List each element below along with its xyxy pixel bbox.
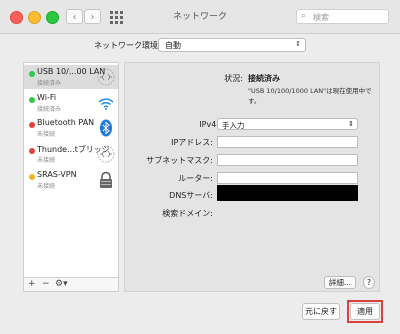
ethernet-icon [97,68,115,86]
location-select[interactable]: 自動 ⇕ [158,38,306,52]
title-bar: ‹ › ネットワーク ⌕ 検索 [0,0,400,34]
gear-icon[interactable]: ⚙▾ [55,278,68,291]
search-field[interactable]: ⌕ 検索 [296,9,389,24]
subnet-mask-label: サブネットマスク: [146,156,213,165]
help-button[interactable]: ? [363,276,375,289]
service-name: USB 10/...00 LAN [37,67,106,76]
service-status: 未接続 [37,183,56,190]
ip-address-label: IPアドレス: [171,138,213,147]
service-item-sras-vpn[interactable]: SRAS-VPN 未接続 [24,168,118,192]
service-name: Bluetooth PAN [37,118,95,127]
search-domain-label: 検索ドメイン: [162,209,213,218]
service-name: SRAS-VPN [37,170,77,179]
service-item-usb-lan[interactable]: USB 10/...00 LAN 接続済み [24,65,118,89]
service-name: Wi-Fi [37,93,57,102]
updown-arrows-icon: ⇕ [295,40,301,48]
status-label: 状況: [224,74,243,83]
service-item-wifi[interactable]: Wi-Fi 接続済み [24,91,118,115]
location-label: ネットワーク環境: [94,41,161,50]
dns-server-label: DNSサーバ: [169,191,213,200]
updown-arrows-icon: ⇕ [348,120,354,128]
dns-server-field-redacted[interactable] [217,185,358,201]
service-list: USB 10/...00 LAN 接続済み Wi-Fi 接続済み Bluetoo… [23,62,119,278]
ip-address-input[interactable] [217,136,358,148]
status-dot-red [29,148,35,154]
status-dot-green [29,97,35,103]
status-dot-yellow [29,174,35,180]
thunderbolt-bridge-icon [97,145,115,163]
status-value: 接続済み [248,74,280,83]
location-value: 自動 [165,41,181,50]
status-dot-green [29,71,35,77]
service-status: 接続済み [37,80,62,87]
advanced-button[interactable]: 詳細... [324,276,356,289]
search-icon: ⌕ [301,11,307,21]
service-item-bluetooth-pan[interactable]: Bluetooth PAN 未接続 [24,116,118,140]
ipv4-config-select[interactable]: 手入力 ⇕ [217,118,358,130]
add-service-button[interactable]: + [28,278,36,291]
service-list-toolbar: + − ⚙▾ [23,278,119,292]
service-item-thunderbolt-bridge[interactable]: Thunde...tブリッジ 未接続 [24,142,118,166]
ipv4-value: 手入力 [222,121,245,130]
detail-panel: 状況: 接続済み "USB 10/100/1000 LAN"は現在使用中です。 … [124,62,380,292]
router-label: ルーター: [178,174,213,183]
router-input[interactable] [217,172,358,184]
remove-service-button[interactable]: − [42,278,50,291]
subnet-mask-input[interactable] [217,154,358,166]
revert-button[interactable]: 元に戻す [302,303,340,320]
service-status: 未接続 [37,131,56,138]
bluetooth-icon [100,119,112,137]
service-status: 未接続 [37,157,56,164]
status-dot-red [29,122,35,128]
wifi-icon [98,98,114,110]
status-note: "USB 10/100/1000 LAN"は現在使用中です。 [248,87,372,105]
search-placeholder: 検索 [313,13,329,22]
vpn-lock-icon [100,171,112,188]
apply-button[interactable]: 適用 [350,303,380,320]
service-status: 接続済み [37,106,62,113]
